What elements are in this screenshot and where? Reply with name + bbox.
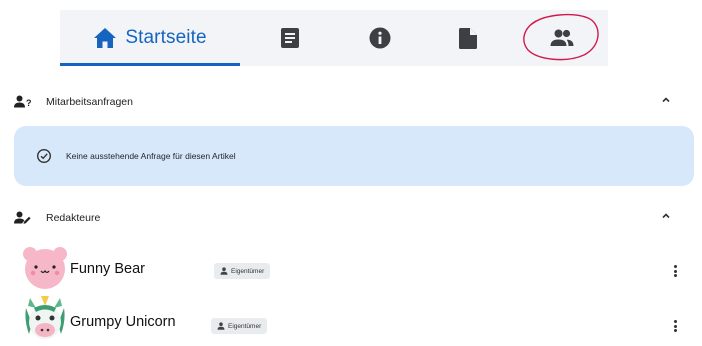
section-title: Redakteure: [46, 212, 101, 224]
owner-badge-label: Eigentümer: [231, 267, 265, 275]
section-title: Mitarbeitsanfragen: [46, 96, 133, 108]
no-requests-notice: Keine ausstehende Anfrage für diesen Art…: [14, 126, 694, 186]
people-icon: [550, 29, 574, 46]
tab-home[interactable]: Startseite: [60, 10, 240, 66]
editors-header[interactable]: Redakteure: [14, 206, 690, 230]
tab-people[interactable]: [542, 10, 582, 66]
svg-text:?: ?: [26, 98, 32, 108]
owner-badge-label: Eigentümer: [228, 322, 262, 330]
owner-badge: Eigentümer: [211, 318, 268, 334]
tab-bar: Startseite: [60, 10, 608, 66]
unicorn-avatar-icon: [25, 296, 65, 339]
tab-home-label: Startseite: [125, 27, 207, 48]
info-icon: [369, 27, 391, 49]
more-options-icon[interactable]: [670, 263, 680, 279]
owner-badge: Eigentümer: [214, 263, 271, 279]
collab-requests-header[interactable]: ? Mitarbeitsanfragen: [14, 90, 690, 114]
home-icon: [94, 28, 117, 48]
person-question-icon: ?: [14, 94, 34, 110]
tab-info[interactable]: [360, 10, 400, 66]
person-icon: [217, 322, 225, 330]
no-requests-message: Keine ausstehende Anfrage für diesen Art…: [66, 151, 236, 161]
editor-name: Funny Bear: [70, 261, 145, 277]
document-list-icon: [281, 28, 299, 48]
editor-row: Funny Bear Eigentümer: [14, 246, 694, 294]
tab-file[interactable]: [448, 10, 488, 66]
check-circle-icon: [36, 148, 52, 164]
bear-avatar-icon: [23, 247, 67, 289]
person-edit-icon: [14, 210, 34, 226]
more-options-icon[interactable]: [670, 318, 680, 334]
editor-row: Grumpy Unicorn Eigentümer: [14, 296, 694, 346]
person-icon: [220, 267, 228, 275]
file-icon: [459, 27, 477, 49]
chevron-up-icon[interactable]: [660, 94, 672, 106]
active-tab-indicator: [60, 63, 240, 66]
tab-document-list[interactable]: [270, 10, 310, 66]
chevron-up-icon[interactable]: [660, 210, 672, 222]
editor-name: Grumpy Unicorn: [70, 314, 176, 330]
